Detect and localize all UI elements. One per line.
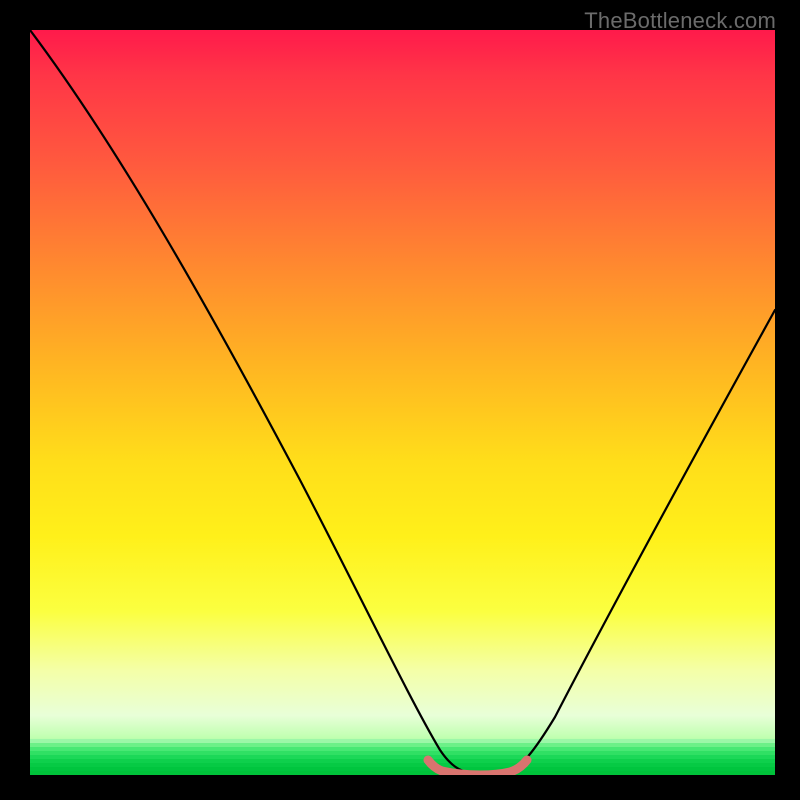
chart-plot-area — [30, 30, 775, 775]
attribution-label: TheBottleneck.com — [584, 8, 776, 34]
chart-svg — [30, 30, 775, 775]
bottleneck-curve — [30, 30, 775, 773]
optimal-range-highlight — [428, 760, 527, 775]
